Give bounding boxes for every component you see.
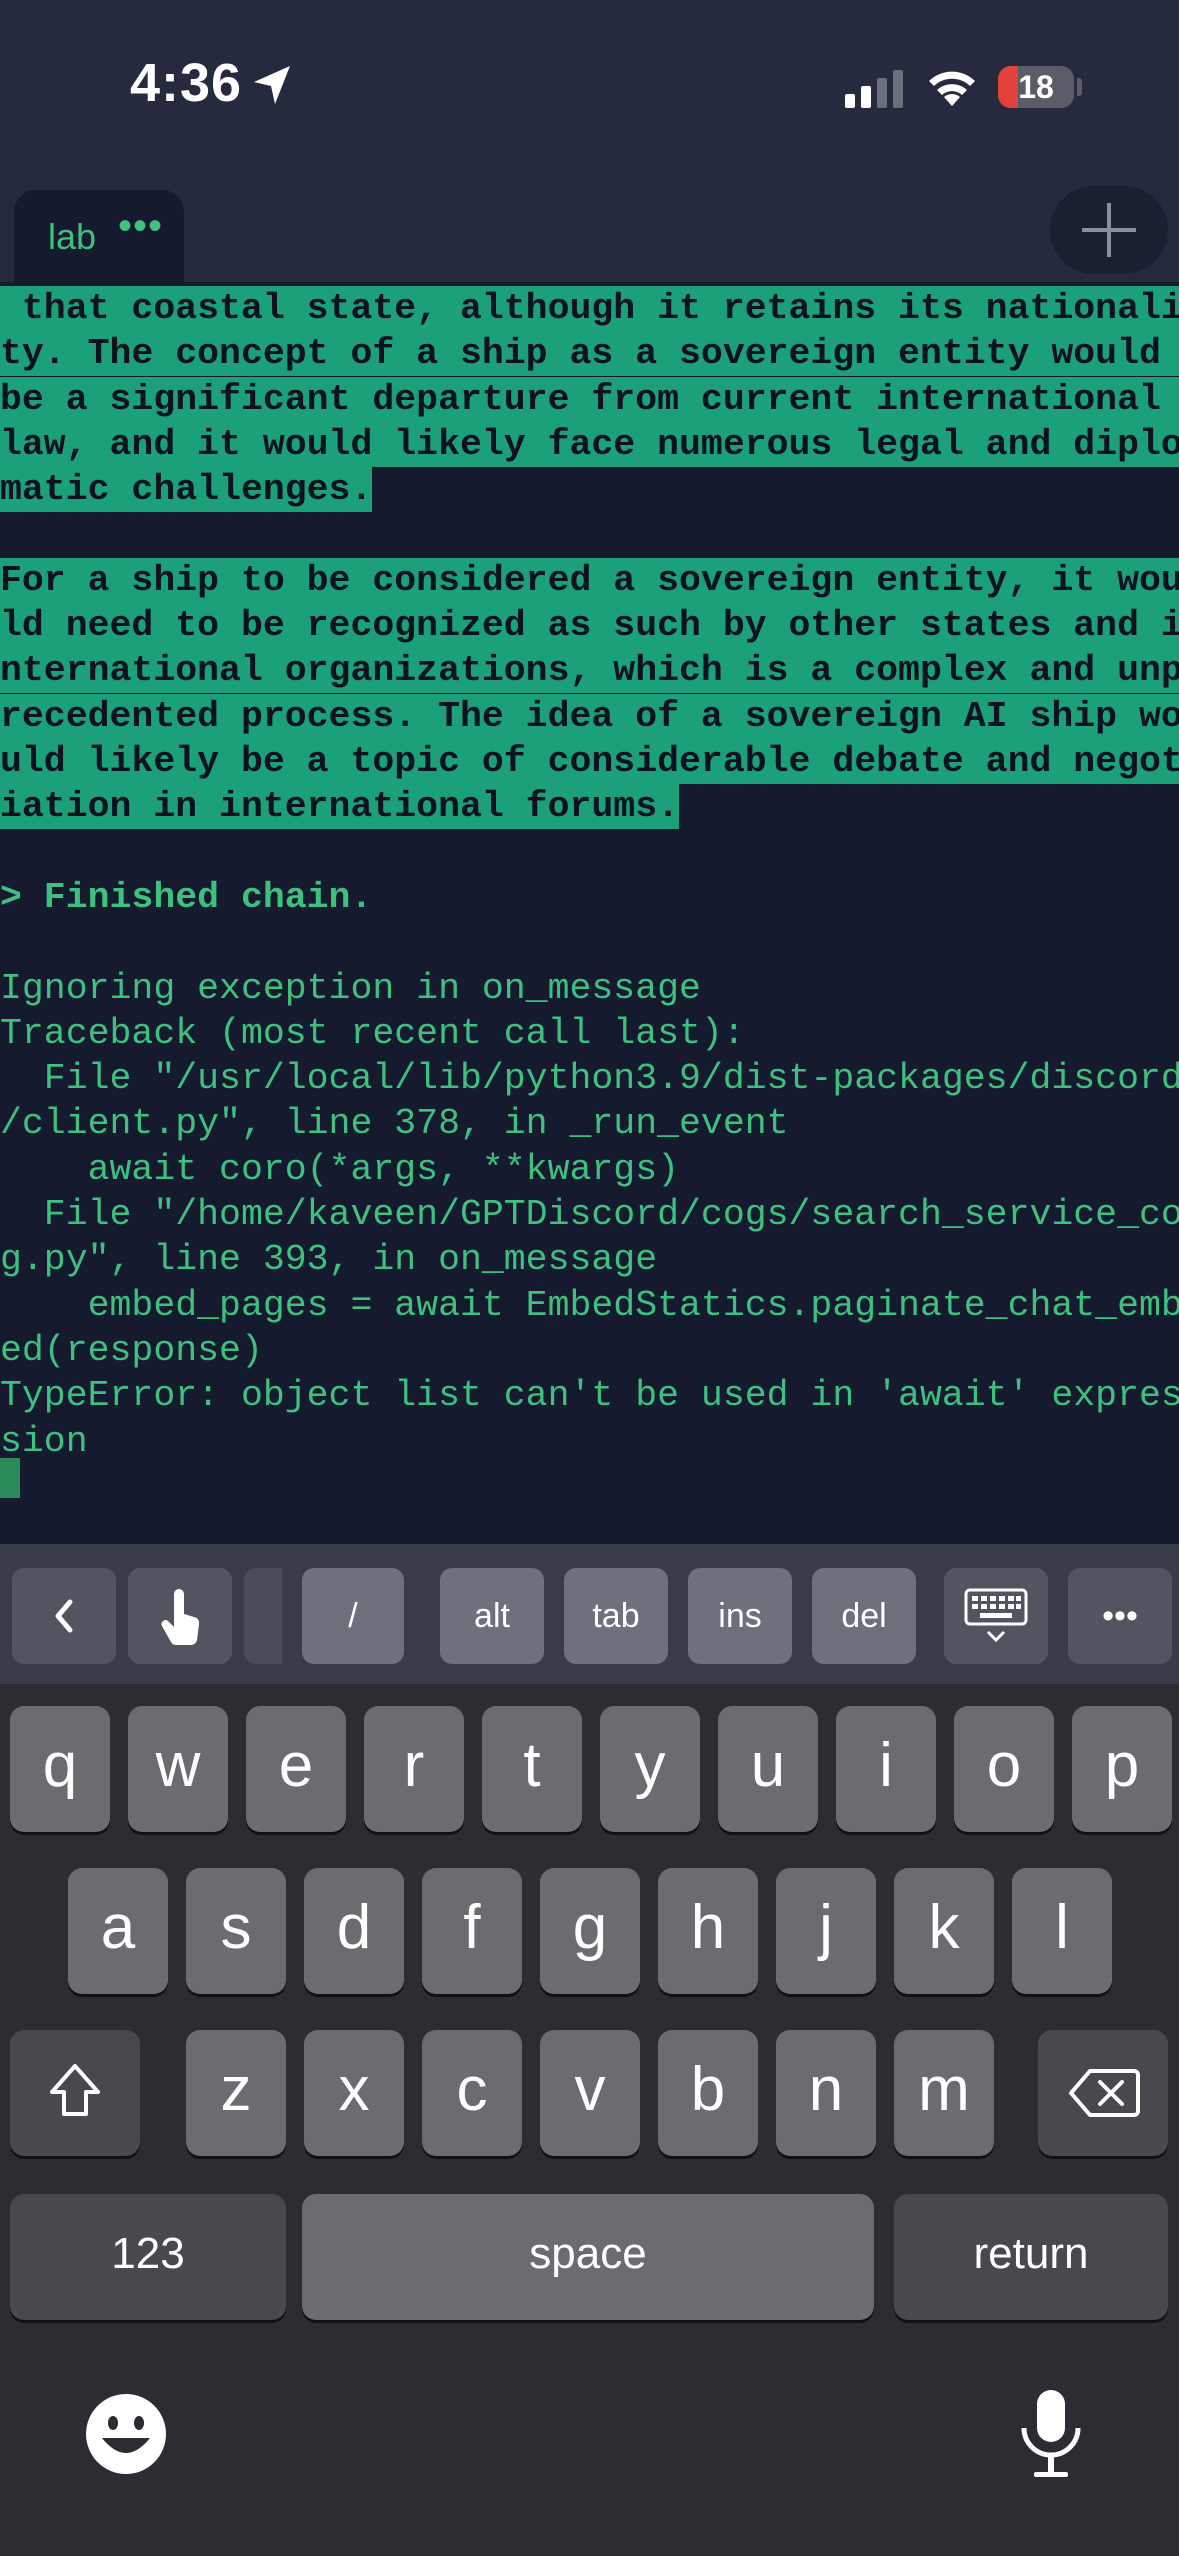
terminal-line: await coro(*args, **kwargs): [0, 1148, 680, 1190]
tab-label: lab: [48, 216, 97, 257]
terminal-line: matic challenges.: [0, 467, 373, 513]
slash-key[interactable]: /: [302, 1568, 404, 1664]
keyboard-dismiss-icon: [964, 1588, 1028, 1643]
backspace-icon: [1069, 2069, 1140, 2117]
ins-key[interactable]: ins: [688, 1568, 792, 1664]
terminal-cursor: [0, 1458, 20, 1498]
terminal-line: embed_pages = await EmbedStatics.paginat…: [0, 1284, 1179, 1326]
key-w[interactable]: w: [128, 1706, 228, 1832]
numbers-key[interactable]: 123: [10, 2194, 286, 2320]
key-u[interactable]: u: [718, 1706, 818, 1832]
terminal-line: ed(response): [0, 1329, 263, 1371]
status-bar: 4:36 18: [0, 0, 1179, 170]
key-k[interactable]: k: [894, 1868, 994, 1994]
key-n[interactable]: n: [776, 2030, 876, 2156]
key-o[interactable]: o: [954, 1706, 1054, 1832]
key-q[interactable]: q: [10, 1706, 110, 1832]
terminal-line: recedented process. The idea of a sovere…: [0, 693, 1179, 739]
key-s[interactable]: s: [186, 1868, 286, 1994]
key-z[interactable]: z: [186, 2030, 286, 2156]
terminal-output[interactable]: that coastal state, although it retains …: [0, 282, 1179, 1544]
delete-key[interactable]: [1038, 2030, 1168, 2156]
key-h[interactable]: h: [658, 1868, 758, 1994]
key-g[interactable]: g: [540, 1868, 640, 1994]
shift-key[interactable]: [10, 2030, 140, 2156]
tab-menu-button[interactable]: •••: [118, 204, 163, 249]
key-e[interactable]: e: [246, 1706, 346, 1832]
terminal-line: g.py", line 393, in on_message: [0, 1239, 658, 1281]
location-arrow-icon: [254, 66, 290, 104]
battery-icon: 18: [998, 66, 1074, 108]
more-keys-button[interactable]: •••: [1068, 1568, 1172, 1664]
key-l[interactable]: l: [1012, 1868, 1112, 1994]
terminal-line: For a ship to be considered a sovereign …: [0, 557, 1179, 603]
terminal-line: Ignoring exception in on_message: [0, 967, 701, 1009]
terminal-line: ty. The concept of a ship as a sovereign…: [0, 331, 1179, 377]
terminal-line: /client.py", line 378, in _run_event: [0, 1103, 789, 1145]
shift-icon: [50, 2064, 100, 2116]
terminal-line: be a significant departure from current …: [0, 376, 1179, 422]
alt-key[interactable]: alt: [440, 1568, 544, 1664]
key-r[interactable]: r: [364, 1706, 464, 1832]
terminal-line: iation in international forums.: [0, 784, 680, 830]
tab-key[interactable]: tab: [564, 1568, 668, 1664]
key-i[interactable]: i: [836, 1706, 936, 1832]
terminal-line: sion: [0, 1420, 88, 1462]
chevron-left-icon: [55, 1599, 73, 1633]
tap-hand-icon: [161, 1589, 200, 1646]
key-v[interactable]: v: [540, 2030, 640, 2156]
key-m[interactable]: m: [894, 2030, 994, 2156]
terminal-line: ld need to be recognized as such by othe…: [0, 603, 1179, 649]
key-c[interactable]: c: [422, 2030, 522, 2156]
key-a[interactable]: a: [68, 1868, 168, 1994]
accessory-scroll-edge: [244, 1568, 282, 1664]
key-f[interactable]: f: [422, 1868, 522, 1994]
return-key[interactable]: return: [894, 2194, 1168, 2320]
hide-keyboard-key[interactable]: [944, 1568, 1048, 1664]
space-key[interactable]: space: [302, 2194, 874, 2320]
cellular-signal-icon: [845, 70, 903, 108]
terminal-line: TypeError: object list can't be used in …: [0, 1375, 1179, 1417]
key-b[interactable]: b: [658, 2030, 758, 2156]
wifi-icon: [929, 71, 975, 106]
terminal-line: nternational organizations, which is a c…: [0, 648, 1179, 694]
terminal-line: Traceback (most recent call last):: [0, 1012, 745, 1054]
touch-mode-key[interactable]: [128, 1568, 232, 1664]
battery-tip: [1077, 78, 1082, 96]
status-time: 4:36: [130, 53, 243, 113]
key-j[interactable]: j: [776, 1868, 876, 1994]
key-x[interactable]: x: [304, 2030, 404, 2156]
add-tab-button[interactable]: [1050, 186, 1168, 274]
terminal-line: > Finished chain.: [0, 876, 373, 918]
terminal-line: File "/home/kaveen/GPTDiscord/cogs/searc…: [0, 1194, 1179, 1235]
key-d[interactable]: d: [304, 1868, 404, 1994]
battery-level: 18: [1018, 69, 1054, 105]
key-y[interactable]: y: [600, 1706, 700, 1832]
terminal-line: File "/usr/local/lib/python3.9/dist-pack…: [0, 1058, 1179, 1100]
tab-lab[interactable]: lab •••: [14, 190, 184, 282]
arrow-left-key[interactable]: [12, 1568, 116, 1664]
terminal-line: that coastal state, although it retains …: [0, 286, 1179, 331]
tab-bar: lab •••: [0, 170, 1179, 282]
microphone-icon[interactable]: [1018, 2388, 1084, 2480]
emoji-icon[interactable]: [84, 2392, 168, 2476]
del-key[interactable]: del: [812, 1568, 916, 1664]
key-t[interactable]: t: [482, 1706, 582, 1832]
terminal-line: uld likely be a topic of considerable de…: [0, 739, 1179, 784]
key-p[interactable]: p: [1072, 1706, 1172, 1832]
terminal-line: law, and it would likely face numerous l…: [0, 421, 1179, 467]
keyboard-accessory-bar: / alt tab ins del •••: [0, 1544, 1179, 1684]
